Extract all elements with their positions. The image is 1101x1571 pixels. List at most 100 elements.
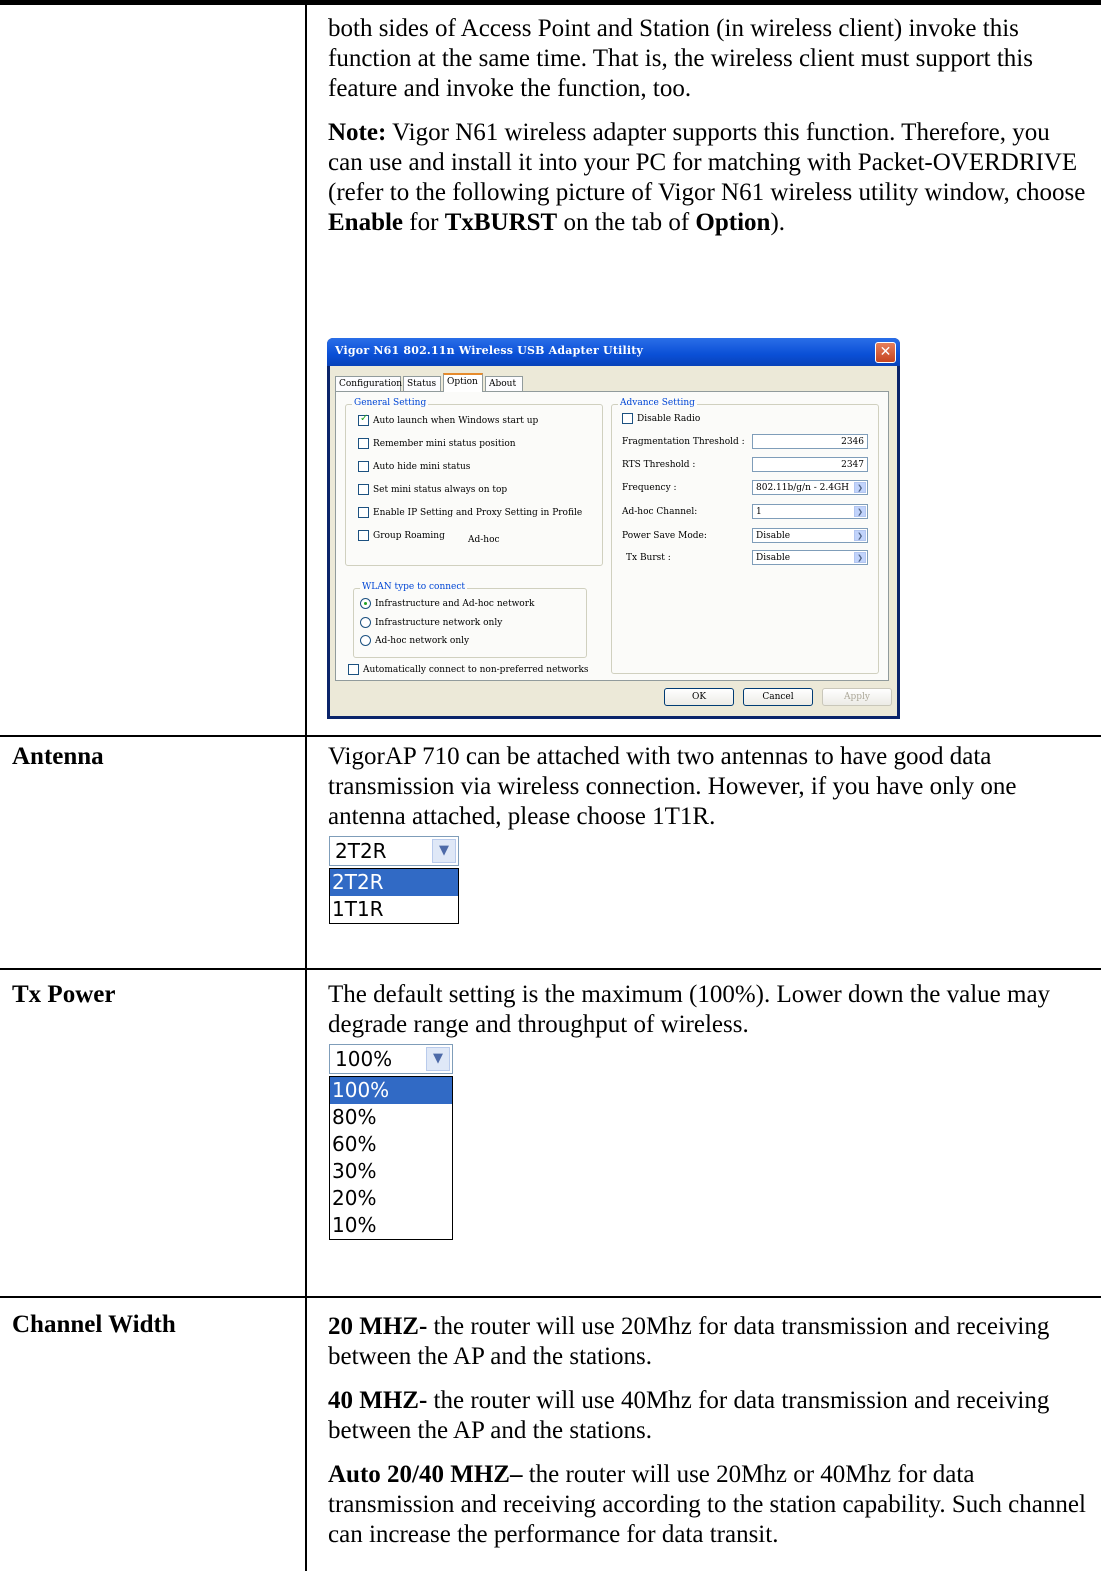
remember-position-checkbox[interactable]: Remember mini status position [358,438,516,450]
note-paragraph: Note: Vigor N61 wireless adapter support… [328,118,1090,238]
tx-power-selected-value: 100% [335,1047,393,1071]
chevron-down-icon: ❯ [854,482,866,493]
radio-icon [360,635,371,646]
radio-selected-icon [360,598,371,609]
power-save-value: Disable [756,531,791,541]
checkbox-icon [358,484,369,495]
checkbox-icon [622,413,633,424]
always-on-top-checkbox[interactable]: Set mini status always on top [358,484,507,496]
tab-status[interactable]: Status [403,376,441,391]
wlan-infra-only-radio[interactable]: Infrastructure network only [360,617,502,629]
auto-launch-checkbox[interactable]: Auto launch when Windows start up [358,413,539,427]
dialog-client-area: Configuration Status Option About Genera… [330,366,897,716]
tx-power-option[interactable]: 20% [330,1185,452,1212]
checkbox-icon [358,438,369,449]
option-panel: General Setting Auto launch when Windows… [335,391,889,681]
column-divider [305,5,307,1571]
chevron-down-icon: ▼ [432,839,456,863]
tab-about[interactable]: About [485,376,523,391]
note-text: Vigor N61 wireless adapter supports this… [328,119,1086,206]
note-text: on the tab of [557,209,696,236]
cancel-button[interactable]: Cancel [743,688,813,706]
tx-power-select[interactable]: 100% ▼ [329,1044,453,1074]
apply-button[interactable]: Apply [822,688,892,706]
row-divider [0,968,1101,970]
channel-width-option-name: Auto 20/40 MHZ– [328,1461,523,1488]
checkbox-icon [358,461,369,472]
note-label: Note: [328,119,387,146]
adhoc-text: Ad-hoc [468,535,500,545]
frequency-value: 802.11b/g/n - 2.4GH [756,483,849,493]
tx-power-option-list: 100% 80% 60% 30% 20% 10% [329,1076,453,1240]
txburst-select[interactable]: Disable ❯ [752,550,868,565]
chevron-down-icon: ❯ [854,552,866,563]
channel-width-option-name: 20 MHZ- [328,1313,428,1340]
adhoc-channel-select[interactable]: 1 ❯ [752,504,868,519]
note-text: ). [770,209,786,236]
note-bold-txburst: TxBURST [444,209,558,236]
txburst-label: Tx Burst : [626,553,671,563]
frequency-select[interactable]: 802.11b/g/n - 2.4GH ❯ [752,480,868,495]
wlan-infra-adhoc-radio[interactable]: Infrastructure and Ad-hoc network [360,598,534,610]
enable-ip-setting-checkbox[interactable]: Enable IP Setting and Proxy Setting in P… [358,507,582,519]
wlan-type-group: WLAN type to connect Infrastructure and … [353,582,587,658]
antenna-option-list: 2T2R 1T1R [329,868,459,924]
checkbox-label: Group Roaming [373,531,445,541]
checkbox-icon [358,530,369,541]
antenna-option[interactable]: 2T2R [330,869,458,896]
rts-threshold-input[interactable]: 2347 [752,457,868,472]
checkbox-label: Auto launch when Windows start up [373,416,539,426]
radio-label: Ad-hoc network only [375,636,470,646]
frag-threshold-label: Fragmentation Threshold : [622,437,745,447]
note-bold-enable: Enable [328,209,404,236]
antenna-selected-value: 2T2R [335,839,387,863]
chevron-down-icon: ▼ [426,1047,450,1071]
packet-overdrive-description: both sides of Access Point and Station (… [328,14,1090,252]
chevron-down-icon: ❯ [854,530,866,541]
ok-button[interactable]: OK [664,688,734,706]
checkbox-label: Automatically connect to non-preferred n… [363,665,589,675]
checkbox-label: Enable IP Setting and Proxy Setting in P… [373,508,583,518]
tx-power-option[interactable]: 60% [330,1131,452,1158]
channel-width-label: Channel Width [12,1311,176,1338]
close-icon[interactable]: ✕ [875,342,896,363]
row-divider [0,735,1101,737]
tx-power-option[interactable]: 100% [330,1077,452,1104]
antenna-description: VigorAP 710 can be attached with two ant… [328,743,1017,830]
dialog-title: Vigor N61 802.11n Wireless USB Adapter U… [335,344,644,357]
tab-option[interactable]: Option [443,373,483,392]
checkbox-label: Auto hide mini status [373,462,471,472]
checkbox-label: Set mini status always on top [373,485,508,495]
antenna-select[interactable]: 2T2R ▼ [329,836,459,866]
tx-power-option[interactable]: 10% [330,1212,452,1239]
power-save-label: Power Save Mode: [622,531,707,541]
wlan-type-title: WLAN type to connect [360,582,468,592]
note-bold-option: Option [695,209,771,236]
tab-configuration[interactable]: Configuration [335,376,402,391]
tx-power-label: Tx Power [12,981,116,1008]
disable-radio-checkbox[interactable]: Disable Radio [622,413,700,425]
checkbox-checked-icon [358,413,369,426]
tx-power-option[interactable]: 30% [330,1158,452,1185]
general-setting-group: General Setting Auto launch when Windows… [345,398,603,566]
group-roaming-checkbox[interactable]: Group Roaming [358,530,445,542]
frag-threshold-input[interactable]: 2346 [752,434,868,449]
checkbox-icon [348,664,359,675]
utility-dialog: Vigor N61 802.11n Wireless USB Adapter U… [327,338,900,719]
channel-width-option-text: the router will use 20Mhz for data trans… [328,1313,1050,1370]
frequency-label: Frequency : [622,483,677,493]
checkbox-icon [358,507,369,518]
tx-power-option[interactable]: 80% [330,1104,452,1131]
antenna-option[interactable]: 1T1R [330,896,458,923]
channel-width-option-name: 40 MHZ- [328,1387,428,1414]
table-top-rule [0,0,1101,5]
auto-hide-checkbox[interactable]: Auto hide mini status [358,461,470,473]
checkbox-label: Remember mini status position [373,439,516,449]
note-text: for [403,209,445,236]
antenna-label: Antenna [12,743,104,770]
intro-paragraph: both sides of Access Point and Station (… [328,15,1033,102]
auto-connect-checkbox[interactable]: Automatically connect to non-preferred n… [348,664,589,676]
advance-setting-group: Advance Setting Disable Radio Fragmentat… [611,398,879,674]
power-save-select[interactable]: Disable ❯ [752,528,868,543]
wlan-adhoc-only-radio[interactable]: Ad-hoc network only [360,635,469,647]
